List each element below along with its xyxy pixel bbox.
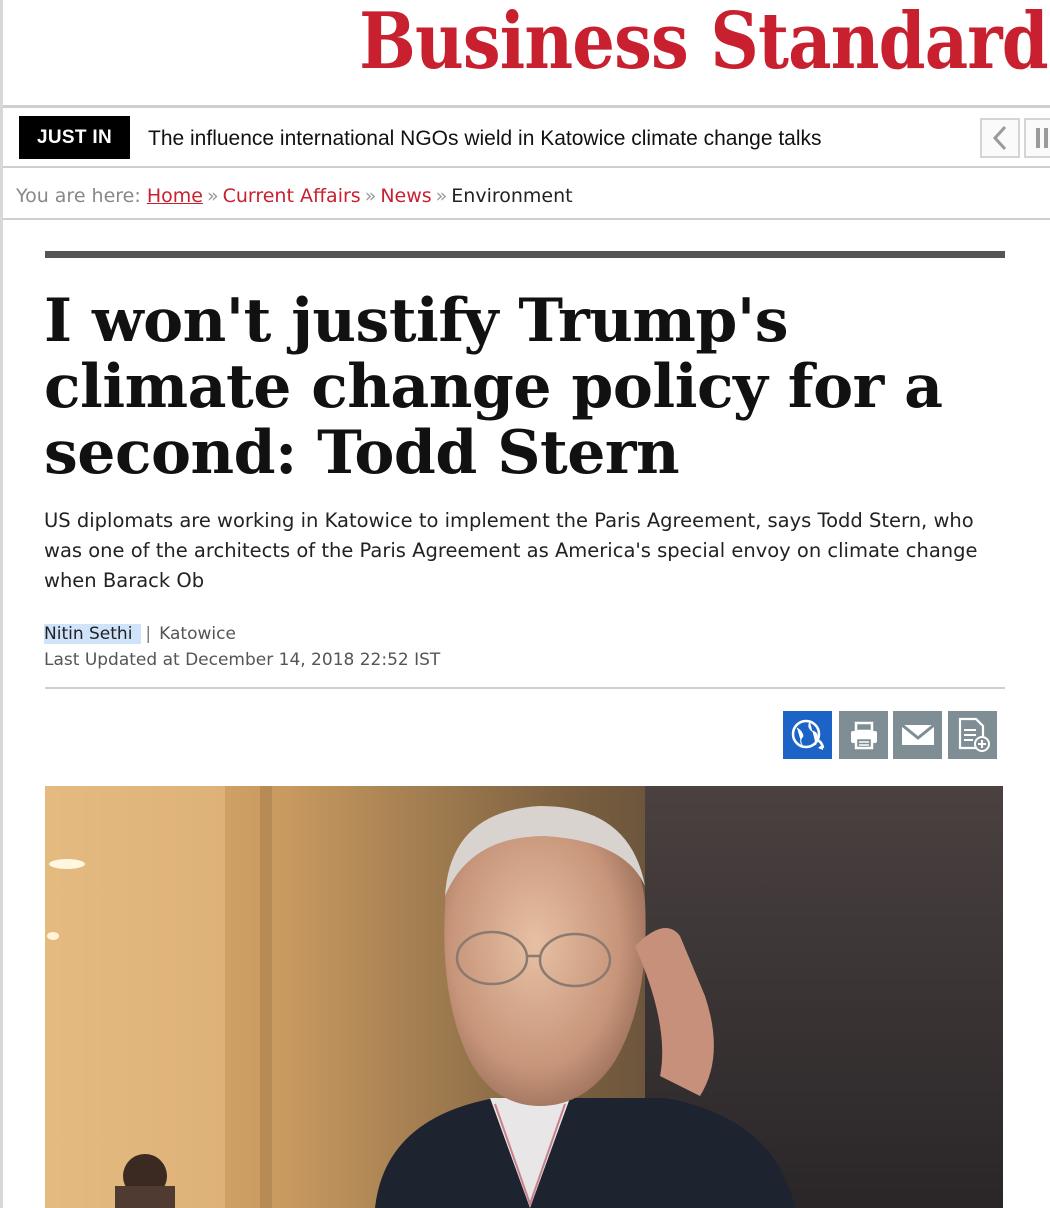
business-standard-logo[interactable]: Business Standard [359,0,1049,84]
globe-share-button[interactable] [783,711,832,759]
add-document-icon [958,717,990,752]
add-document-button[interactable] [948,711,997,759]
article-top-rule [45,251,1005,258]
breadcrumb-separator: » [435,185,448,207]
just-in-bar: JUST IN The influence international NGOs… [3,108,1050,168]
breadcrumb-separator: » [206,185,219,207]
portrait-photo-illustration [45,786,1003,1208]
article-divider [45,687,1005,689]
ticker-previous-button[interactable] [980,118,1020,158]
email-icon [900,723,935,745]
print-button[interactable] [839,711,888,759]
last-updated: Last Updated at December 14, 2018 22:52 … [44,650,441,670]
masthead: Business Standard [3,0,1050,108]
article-photo[interactable] [45,786,1003,1208]
just-in-headline-link[interactable]: The influence international NGOs wield i… [148,127,822,151]
breadcrumb-news-link[interactable]: News [380,185,431,207]
byline: Nitin Sethi | Katowice [44,624,236,644]
globe-share-icon [791,719,824,750]
print-icon [850,721,877,750]
article-summary: US diplomats are working in Katowice to … [44,509,978,592]
dateline-location: Katowice [159,624,236,644]
breadcrumb-home-link[interactable]: Home [147,185,203,207]
email-button[interactable] [893,711,942,759]
breadcrumb-current: Environment [451,185,573,207]
ticker-pause-button[interactable] [1024,118,1050,158]
breadcrumb-separator: » [364,185,377,207]
breadcrumb-current-affairs-link[interactable]: Current Affairs [223,185,361,207]
byline-separator: | [145,624,152,644]
chevron-left-icon [992,125,1007,151]
breadcrumb-prefix: You are here: [16,185,141,207]
just-in-label: JUST IN [19,116,130,159]
author-name[interactable]: Nitin Sethi [44,624,142,644]
article-headline: I won't justify Trump's climate change p… [44,286,943,488]
breadcrumb: You are here: Home» Current Affairs» News»… [3,170,1050,220]
pause-icon [1036,128,1048,148]
